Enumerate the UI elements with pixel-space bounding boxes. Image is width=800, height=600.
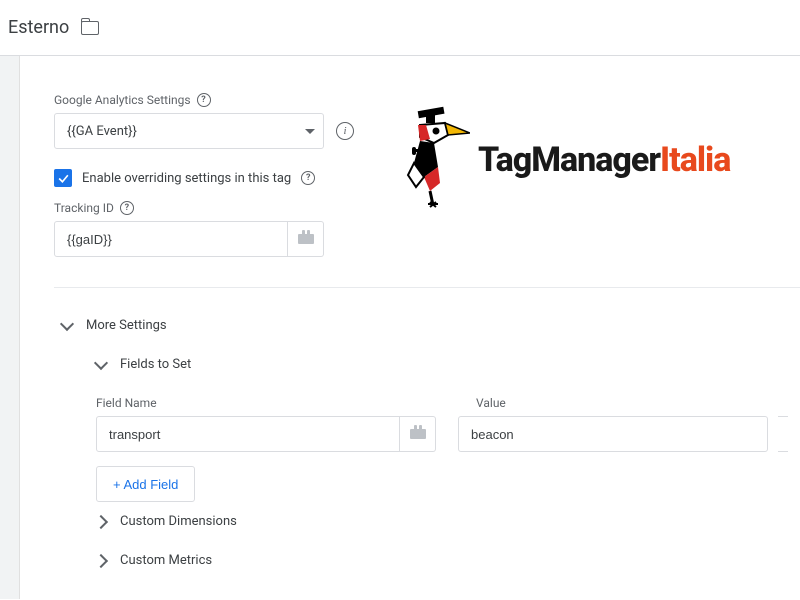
ga-settings-label-text: Google Analytics Settings	[54, 93, 191, 107]
field-name-input[interactable]	[96, 416, 400, 452]
tracking-id-input[interactable]	[54, 221, 288, 257]
chevron-right-icon	[94, 514, 108, 528]
brand-logo-text: TagManagerItalia	[478, 140, 730, 180]
field-value-input[interactable]	[458, 416, 768, 452]
help-icon[interactable]: ?	[197, 93, 211, 107]
chevron-right-icon	[94, 553, 108, 567]
variable-picker-button[interactable]	[778, 416, 788, 452]
brand-logo-main: TagManager	[478, 140, 660, 180]
info-icon[interactable]: i	[336, 122, 354, 140]
fields-to-set-expander[interactable]: Fields to Set	[96, 345, 800, 384]
chevron-down-icon	[94, 356, 108, 370]
help-icon[interactable]: ?	[120, 201, 134, 215]
variable-picker-button[interactable]	[400, 416, 436, 452]
fields-row	[96, 416, 800, 452]
more-settings-expander[interactable]: More Settings	[62, 306, 800, 345]
brand-logo-accent: Italia	[660, 140, 730, 180]
page-title: Esterno	[8, 17, 69, 38]
left-rail	[0, 56, 20, 599]
ga-settings-selected-value: {{GA Event}}	[67, 124, 137, 139]
woodpecker-icon	[390, 105, 470, 215]
checkmark-icon	[57, 172, 70, 185]
custom-dimensions-expander[interactable]: Custom Dimensions	[96, 502, 800, 541]
tracking-id-label-text: Tracking ID	[54, 201, 114, 215]
chevron-down-icon	[60, 317, 74, 331]
chevron-down-icon	[305, 129, 315, 134]
folder-icon[interactable]	[81, 21, 99, 35]
custom-dimensions-label: Custom Dimensions	[120, 514, 237, 529]
help-icon[interactable]: ?	[301, 171, 315, 185]
fields-to-set-label: Fields to Set	[120, 357, 191, 372]
override-checkbox[interactable]	[54, 169, 72, 187]
brick-icon	[410, 429, 426, 439]
custom-metrics-expander[interactable]: Custom Metrics	[96, 541, 800, 580]
add-field-button[interactable]: + Add Field	[96, 466, 195, 502]
variable-picker-button[interactable]	[288, 221, 324, 257]
field-name-column-header: Field Name	[96, 396, 476, 410]
brick-icon	[298, 234, 314, 244]
more-settings-label: More Settings	[86, 318, 167, 333]
divider	[54, 287, 800, 288]
ga-settings-select[interactable]: {{GA Event}}	[54, 113, 324, 149]
value-column-header: Value	[476, 396, 506, 410]
topbar: Esterno	[0, 0, 800, 56]
custom-metrics-label: Custom Metrics	[120, 553, 212, 568]
brand-logo: TagManagerItalia	[390, 105, 730, 215]
override-label: Enable overriding settings in this tag	[82, 171, 291, 186]
